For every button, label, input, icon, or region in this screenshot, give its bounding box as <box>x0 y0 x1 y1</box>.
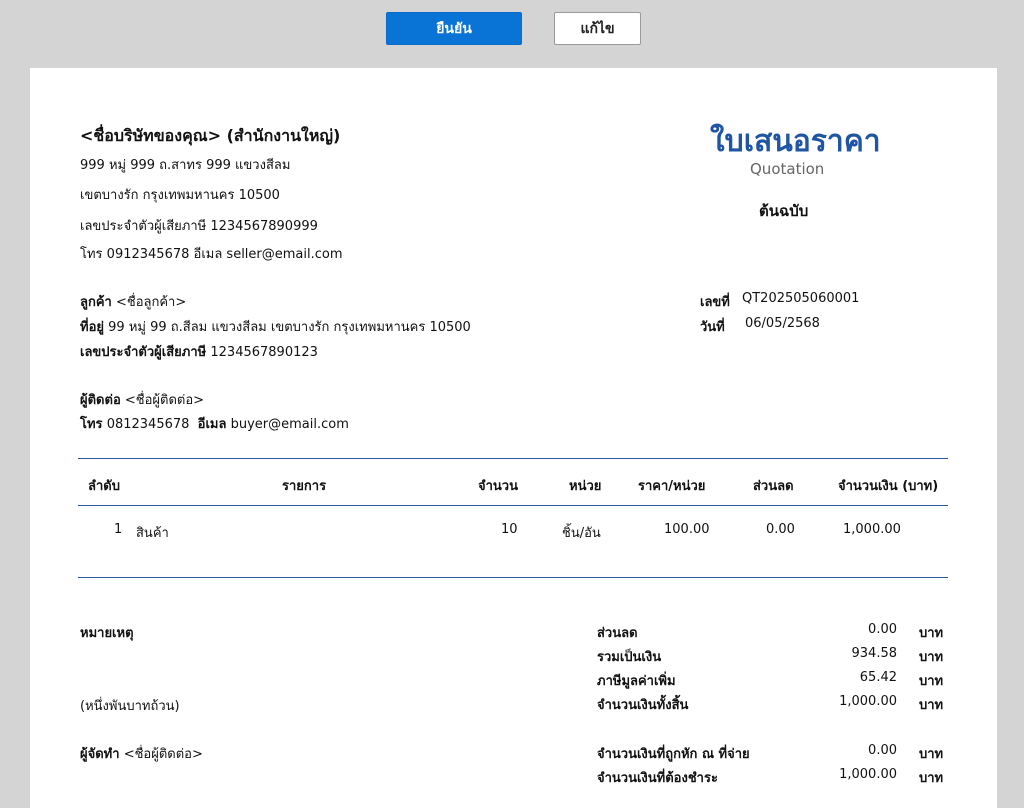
customer-contact-value: <ชื่อผู้ติดต่อ> <box>124 393 205 408</box>
customer-phone-email-row: โทร 0812345678 อีเมล buyer@email.com <box>80 413 349 434</box>
summary-unit: บาท <box>919 771 944 786</box>
edit-button[interactable]: แก้ไข <box>554 12 641 45</box>
summary-label: จำนวนเงินที่ต้องชำระ <box>597 771 718 786</box>
document-subtitle: Quotation <box>750 160 825 178</box>
customer-contact-label: ผู้ติดต่อ <box>80 393 121 408</box>
prepared-by-label: ผู้จัดทำ <box>80 747 120 762</box>
prepared-by-row: ผู้จัดทำ <ชื่อผู้ติดต่อ> <box>80 743 203 764</box>
summary-unit: บาท <box>919 650 944 665</box>
seller-address-line2: เขตบางรัก กรุงเทพมหานคร 10500 <box>80 188 280 203</box>
customer-phone-label: โทร <box>80 417 103 432</box>
summary-unit: บาท <box>919 674 944 689</box>
summary-label: รวมเป็นเงิน <box>597 650 662 665</box>
table-top-rule <box>78 458 948 459</box>
doc-date-label: วันที่ <box>700 320 725 335</box>
summary-label: จำนวนเงินทั้งสิ้น <box>597 698 689 713</box>
summary-value: 65.42 <box>859 670 897 685</box>
seller-tax-id: เลขประจำตัวผู้เสียภาษี 1234567890999 <box>80 219 318 234</box>
customer-tax-value: 1234567890123 <box>210 345 318 360</box>
seller-name: <ชื่อบริษัทของคุณ> (สำนักงานใหญ่) <box>80 126 341 145</box>
summary-label: จำนวนเงินที่ถูกหัก ณ ที่จ่าย <box>597 747 750 762</box>
customer-email-value: buyer@email.com <box>230 417 349 432</box>
summary-label: ภาษีมูลค่าเพิ่ม <box>597 674 676 689</box>
seller-contact: โทร 0912345678 อีเมล seller@email.com <box>80 247 343 262</box>
amount-in-words: (หนึ่งพันบาทถ้วน) <box>80 699 180 714</box>
summary-value: 0.00 <box>868 622 897 637</box>
quotation-paper: <ชื่อบริษัทของคุณ> (สำนักงานใหญ่) 999 หม… <box>30 68 997 808</box>
customer-name-row: ลูกค้า <ชื่อลูกค้า> <box>80 291 186 312</box>
cell-amount: 1,000.00 <box>843 522 901 537</box>
customer-tax-label: เลขประจำตัวผู้เสียภาษี <box>80 345 207 360</box>
cell-index: 1 <box>114 522 123 537</box>
summary-unit: บาท <box>919 747 944 762</box>
prepared-by-value: <ชื่อผู้ติดต่อ> <box>123 747 203 762</box>
document-copy-label: ต้นฉบับ <box>759 202 809 220</box>
summary-label: ส่วนลด <box>597 626 638 641</box>
customer-name-value: <ชื่อลูกค้า> <box>115 295 187 310</box>
cell-discount: 0.00 <box>766 522 795 537</box>
cell-qty: 10 <box>501 522 518 537</box>
confirm-button[interactable]: ยืนยัน <box>386 12 522 45</box>
summary-value: 934.58 <box>851 646 898 661</box>
th-discount: ส่วนลด <box>753 479 794 494</box>
cell-unit: ชิ้น/อัน <box>562 526 601 541</box>
customer-email-label: อีเมล <box>197 417 227 432</box>
cell-item: สินค้า <box>136 526 169 541</box>
customer-tax-row: เลขประจำตัวผู้เสียภาษี 1234567890123 <box>80 341 318 362</box>
summary-value: 0.00 <box>868 743 897 758</box>
summary-unit: บาท <box>919 626 944 641</box>
customer-phone-value: 0812345678 <box>106 417 190 432</box>
doc-date-value: 06/05/2568 <box>745 316 820 331</box>
document-title: ใบเสนอราคา <box>710 124 881 159</box>
th-unit: หน่วย <box>569 479 602 494</box>
doc-number-label: เลขที่ <box>700 295 730 310</box>
th-qty: จำนวน <box>478 479 518 494</box>
customer-contact-row: ผู้ติดต่อ <ชื่อผู้ติดต่อ> <box>80 389 204 410</box>
summary-value: 1,000.00 <box>839 694 897 709</box>
th-amount: จำนวนเงิน (บาท) <box>838 479 939 494</box>
th-item: รายการ <box>282 479 327 494</box>
summary-unit: บาท <box>919 698 944 713</box>
cell-unit-price: 100.00 <box>664 522 710 537</box>
seller-address-line1: 999 หมู่ 999 ถ.สาทร 999 แขวงสีลม <box>80 158 291 173</box>
table-bottom-rule <box>78 577 948 578</box>
customer-address-value: 99 หมู่ 99 ถ.สีลม แขวงสีลม เขตบางรัก กรุ… <box>108 320 471 335</box>
notes-label: หมายเหตุ <box>80 626 134 641</box>
table-header-rule <box>78 505 948 506</box>
customer-address-row: ที่อยู่ 99 หมู่ 99 ถ.สีลม แขวงสีลม เขตบา… <box>80 316 471 337</box>
summary-value: 1,000.00 <box>839 767 897 782</box>
customer-address-label: ที่อยู่ <box>80 320 104 335</box>
doc-number-value: QT202505060001 <box>742 291 860 306</box>
th-index: ลำดับ <box>88 479 120 494</box>
customer-name-label: ลูกค้า <box>80 295 112 310</box>
th-unit-price: ราคา/หน่วย <box>638 479 706 494</box>
